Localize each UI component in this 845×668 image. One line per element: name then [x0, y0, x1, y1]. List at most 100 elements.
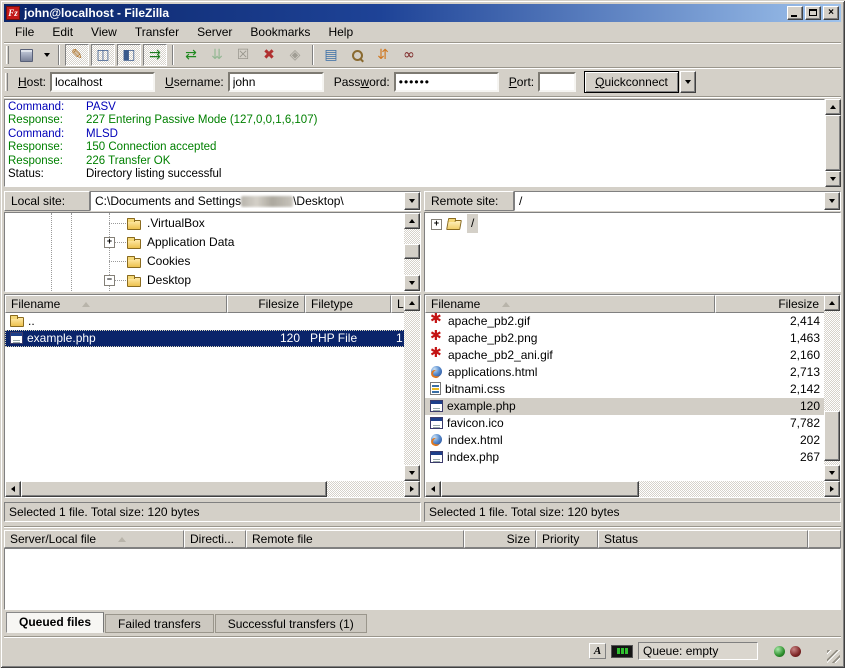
collapse-icon[interactable]: −	[104, 275, 115, 286]
remote-list-hscrollbar[interactable]	[425, 481, 840, 497]
remote-site-combo[interactable]: /	[514, 191, 841, 211]
column-header-blank[interactable]	[808, 530, 841, 548]
disconnect-button[interactable]: ✖	[257, 44, 281, 66]
file-row-bitnami-css[interactable]: bitnami.css2,142	[425, 381, 825, 398]
column-header-directi[interactable]: Directi...	[184, 530, 246, 548]
file-row-apache-pb2-png[interactable]: apache_pb2.png1,463	[425, 330, 825, 347]
remote-site-dropdown-button[interactable]	[824, 192, 840, 210]
scroll-up-button[interactable]	[824, 295, 840, 311]
scroll-up-button[interactable]	[404, 295, 420, 311]
scroll-left-button[interactable]	[5, 481, 21, 497]
username-input[interactable]	[228, 72, 324, 92]
local-list-vscrollbar[interactable]	[404, 295, 420, 481]
close-button[interactable]: ×	[823, 6, 839, 20]
menu-item-view[interactable]: View	[82, 23, 126, 41]
quickconnect-grip[interactable]	[5, 73, 8, 91]
menu-item-edit[interactable]: Edit	[43, 23, 82, 41]
column-header-filename[interactable]: Filename	[5, 295, 227, 313]
scroll-up-button[interactable]	[404, 213, 420, 229]
column-header-filetype[interactable]: Filetype	[305, 295, 391, 313]
local-site-combo[interactable]: C:\Documents and Settings\Desktop\	[90, 191, 421, 211]
host-input[interactable]	[50, 72, 155, 92]
ico-file-icon	[430, 417, 443, 429]
directory-listing-filters-button[interactable]: ▤	[319, 44, 343, 66]
local-site-dropdown-button[interactable]	[404, 192, 420, 210]
tab-successful-transfers-1[interactable]: Successful transfers (1)	[215, 614, 367, 633]
tab-queued-files[interactable]: Queued files	[6, 612, 104, 633]
port-input[interactable]	[538, 72, 576, 92]
tree-item-blank[interactable]: +/	[425, 214, 840, 233]
site-manager-dropdown[interactable]	[40, 44, 53, 66]
toggle-transfer-queue-button[interactable]: ⇉	[143, 44, 167, 66]
speed-limits-icon[interactable]	[611, 645, 633, 658]
tab-failed-transfers[interactable]: Failed transfers	[105, 614, 214, 633]
file-row-favicon-ico[interactable]: favicon.ico7,782	[425, 415, 825, 432]
column-header-priority[interactable]: Priority	[536, 530, 598, 548]
expand-icon[interactable]: +	[104, 237, 115, 248]
maximize-button[interactable]	[805, 6, 821, 20]
tree-item-desktop[interactable]: −Desktop	[5, 271, 403, 290]
column-header-filesize[interactable]: Filesize	[227, 295, 305, 313]
scroll-down-button[interactable]	[824, 465, 840, 481]
file-row-blank[interactable]: ..	[5, 313, 405, 330]
ascii-data-type-icon[interactable]: A	[589, 643, 606, 659]
column-header-label: Filetype	[311, 297, 353, 311]
column-header-size[interactable]: Size	[464, 530, 536, 548]
toggle-local-tree-button[interactable]: ◫	[91, 44, 115, 66]
menu-item-transfer[interactable]: Transfer	[126, 23, 188, 41]
menu-item-file[interactable]: File	[6, 23, 43, 41]
message-log-scrollbar[interactable]	[825, 99, 841, 187]
column-header-server-local-file[interactable]: Server/Local file	[4, 530, 184, 548]
synchronized-browsing-button[interactable]: ⇵	[371, 44, 395, 66]
scrollbar-thumb[interactable]	[404, 244, 420, 259]
directory-comparison-button[interactable]	[345, 44, 369, 66]
minimize-button[interactable]	[787, 6, 803, 20]
remote-list-vscrollbar[interactable]	[824, 295, 840, 481]
file-row-apache-pb2-ani-gif[interactable]: apache_pb2_ani.gif2,160	[425, 347, 825, 364]
file-row-index-html[interactable]: index.html202	[425, 432, 825, 449]
local-tree-pane: .VirtualBox+Application DataCookies−Desk…	[4, 212, 421, 292]
file-row-apache-pb2-gif[interactable]: apache_pb2.gif2,414	[425, 313, 825, 330]
tree-item-virtualbox[interactable]: .VirtualBox	[5, 214, 403, 233]
file-row-applications-html[interactable]: applications.html2,713	[425, 364, 825, 381]
site-manager-button[interactable]	[14, 44, 38, 66]
column-header-status[interactable]: Status	[598, 530, 808, 548]
scroll-left-button[interactable]	[425, 481, 441, 497]
scrollbar-thumb[interactable]	[824, 411, 840, 461]
expand-icon[interactable]: +	[431, 219, 442, 230]
scroll-down-button[interactable]	[404, 275, 420, 291]
resize-grip[interactable]	[827, 650, 840, 663]
scroll-right-button[interactable]	[824, 481, 840, 497]
tree-item-cookies[interactable]: Cookies	[5, 252, 403, 271]
column-header-filename[interactable]: Filename	[425, 295, 715, 313]
tree-item-application-data[interactable]: +Application Data	[5, 233, 403, 252]
title-bar[interactable]: john@localhost - FileZilla ×	[4, 4, 841, 22]
quickconnect-dropdown-button[interactable]	[680, 71, 696, 93]
column-header-l[interactable]: L	[391, 295, 405, 313]
file-row-example-php[interactable]: example.php120PHP File1	[5, 330, 405, 347]
local-list-hscrollbar[interactable]	[5, 481, 420, 497]
menu-item-bookmarks[interactable]: Bookmarks	[241, 23, 319, 41]
scrollbar-thumb[interactable]	[825, 115, 841, 171]
menu-item-server[interactable]: Server	[188, 23, 241, 41]
toggle-remote-tree-button[interactable]: ◧	[117, 44, 141, 66]
quickconnect-button[interactable]: Quickconnect	[584, 71, 679, 93]
password-input[interactable]	[394, 72, 499, 92]
scroll-up-button[interactable]	[825, 99, 841, 115]
toolbar-grip[interactable]	[6, 46, 9, 64]
scroll-down-button[interactable]	[825, 171, 841, 187]
username-label: Username:	[165, 75, 224, 89]
scrollbar-thumb[interactable]	[441, 481, 639, 497]
find-files-button[interactable]: ∞	[397, 44, 421, 66]
scroll-down-button[interactable]	[404, 465, 420, 481]
column-header-remote-file[interactable]: Remote file	[246, 530, 464, 548]
column-header-filesize[interactable]: Filesize	[715, 295, 825, 313]
file-row-index-php[interactable]: index.php267	[425, 449, 825, 466]
file-row-example-php[interactable]: example.php120	[425, 398, 825, 415]
menu-item-help[interactable]: Help	[319, 23, 362, 41]
scrollbar-thumb[interactable]	[21, 481, 327, 497]
local-tree-scrollbar[interactable]	[404, 213, 420, 291]
toggle-message-log-button[interactable]: ✎	[65, 44, 89, 66]
scroll-right-button[interactable]	[404, 481, 420, 497]
refresh-button[interactable]: ⇄	[179, 44, 203, 66]
